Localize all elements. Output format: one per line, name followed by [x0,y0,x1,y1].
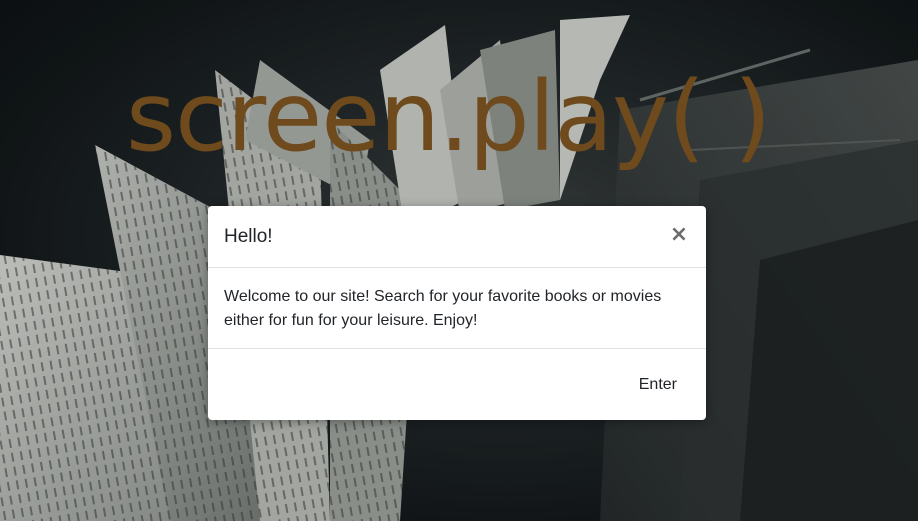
welcome-modal: Hello! × Welcome to our site! Search for… [208,206,706,420]
modal-body: Welcome to our site! Search for your fav… [208,268,706,349]
page-background: screen.play( ) Hello! × Welcome to our s… [0,0,918,521]
close-icon[interactable]: × [668,222,690,248]
modal-footer: Enter [208,349,706,420]
modal-header: Hello! × [208,206,706,268]
modal-title: Hello! [224,226,273,247]
site-logo-title: screen.play( ) [126,61,771,173]
enter-button[interactable]: Enter [626,370,690,400]
modal-body-text: Welcome to our site! Search for your fav… [224,288,662,329]
